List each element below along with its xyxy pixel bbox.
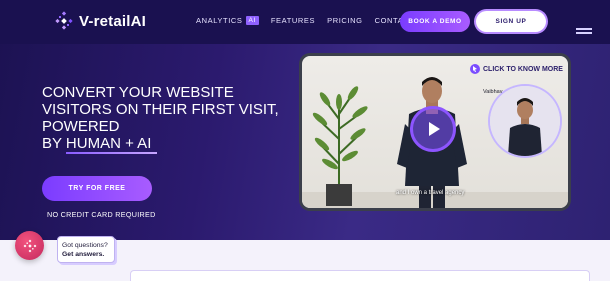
sign-up-button[interactable]: SIGN UP (476, 11, 546, 32)
navbar: V-retailAI ANALYTICS AI FEATURES PRICING… (0, 0, 610, 44)
click-to-know-more[interactable]: CLICK TO KNOW MORE (470, 64, 563, 74)
logo-icon (55, 11, 73, 30)
play-icon (429, 122, 440, 136)
logo-text: V-retailAI (79, 12, 147, 30)
video-player[interactable]: Vaibhav CLICK TO KNOW MORE and I own a t… (302, 56, 568, 208)
headline-line: POWERED (42, 118, 120, 135)
content-card (130, 270, 590, 281)
chat-prompt-line2: Get answers. (62, 251, 105, 258)
headline-line: VISITORS ON THEIR FIRST VISIT, (42, 101, 279, 118)
play-button[interactable] (410, 106, 456, 152)
logo[interactable]: V-retailAI (54, 11, 146, 31)
nav-link-features[interactable]: FEATURES (271, 16, 315, 25)
headline-highlight: HUMAN + AI (65, 135, 152, 152)
video-name-tag: Vaibhav (483, 89, 503, 95)
chat-icon (23, 239, 36, 252)
headline-line: CONVERT YOUR WEBSITE (42, 84, 234, 101)
no-credit-card-note: NO CREDIT CARD REQUIRED (47, 210, 156, 219)
chat-prompt-bubble[interactable]: Got questions? Get answers. (57, 236, 115, 263)
book-demo-button[interactable]: BOOK A DEMO (400, 11, 470, 32)
ai-badge: AI (245, 16, 259, 25)
presenter-thumbnail (490, 86, 560, 156)
nav-link-label: ANALYTICS (196, 16, 243, 25)
thumbnail-person-image (490, 86, 560, 156)
hero-headline: CONVERT YOUR WEBSITE VISITORS ON THEIR F… (42, 84, 292, 152)
menu-icon[interactable] (576, 28, 592, 36)
try-for-free-button[interactable]: TRY FOR FREE (42, 176, 152, 201)
video-subtitle: and I own a travel agency (396, 190, 465, 196)
nav-link-analytics[interactable]: ANALYTICS AI (196, 16, 259, 25)
chat-launcher-button[interactable] (15, 231, 44, 260)
cursor-icon (470, 64, 480, 74)
headline-prefix: BY (42, 135, 62, 152)
chat-prompt-line1: Got questions? (62, 242, 108, 249)
hero-section: V-retailAI ANALYTICS AI FEATURES PRICING… (0, 0, 610, 240)
plant-image (312, 86, 368, 206)
click-to-know-more-label: CLICK TO KNOW MORE (483, 65, 563, 73)
nav-links: ANALYTICS AI FEATURES PRICING CONTACT (196, 16, 414, 25)
nav-link-pricing[interactable]: PRICING (327, 16, 362, 25)
